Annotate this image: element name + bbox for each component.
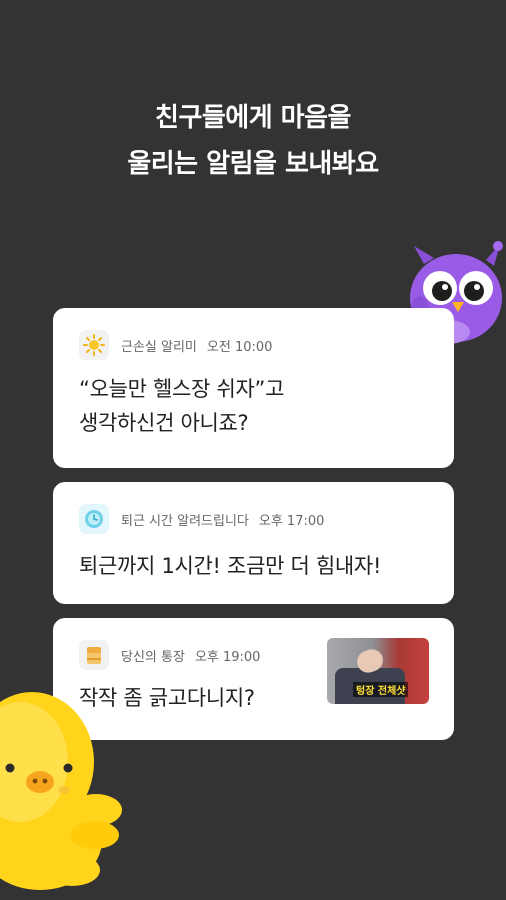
- message-line: “오늘만 헬스장 쉬자”고: [79, 377, 285, 401]
- bankbook-icon: [79, 640, 109, 670]
- notification-time: 오전 10:00: [206, 339, 273, 355]
- headline: 친구들에게 마음을 울리는 알림을 보내봐요: [0, 95, 506, 187]
- headline-line-1: 친구들에게 마음을: [155, 103, 351, 133]
- notification-message: 퇴근까지 1시간! 조금만 더 힘내자!: [79, 549, 381, 583]
- notification-card[interactable]: 근손실 알리미 오전 10:00 “오늘만 헬스장 쉬자”고 생각하신건 아니죠…: [53, 308, 454, 468]
- app-name: 퇴근 시간 알려드립니다: [121, 513, 249, 529]
- yellow-octopus-character-icon: [0, 692, 122, 890]
- headline-line-2: 울리는 알림을 보내봐요: [127, 149, 379, 179]
- message-line: 퇴근까지 1시간! 조금만 더 힘내자!: [79, 554, 382, 578]
- notification-card[interactable]: 퇴근 시간 알려드립니다 오후 17:00 퇴근까지 1시간! 조금만 더 힘내…: [53, 482, 454, 604]
- notification-thumbnail: 텅장 전체샷: [327, 638, 429, 704]
- thumbnail-caption: 텅장 전체샷: [353, 682, 409, 697]
- app-name: 당신의 통장: [121, 649, 185, 665]
- notification-header: 퇴근 시간 알려드립니다 오후 17:00: [79, 503, 324, 535]
- clock-icon: [79, 504, 109, 534]
- sun-icon: [79, 330, 109, 360]
- notification-time: 오후 19:00: [194, 649, 261, 665]
- message-line: 생각하신건 아니죠?: [79, 411, 249, 435]
- app-name: 근손실 알리미: [121, 339, 197, 355]
- notification-header: 근손실 알리미 오전 10:00: [79, 329, 272, 361]
- notification-time: 오후 17:00: [258, 513, 325, 529]
- notification-header: 당신의 통장 오후 19:00: [79, 639, 260, 671]
- notification-message: “오늘만 헬스장 쉬자”고 생각하신건 아니죠?: [79, 372, 284, 440]
